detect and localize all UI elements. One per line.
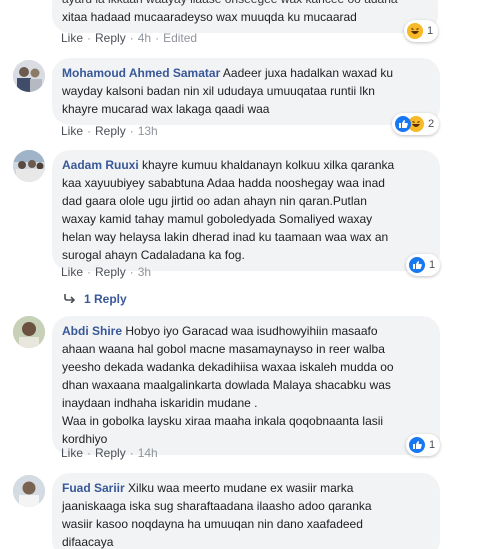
reactions-count[interactable]: 1 xyxy=(406,434,441,456)
reply-link[interactable]: Reply xyxy=(95,124,126,138)
comment-text-line: helan way helaysa lakin dherad inad ku t… xyxy=(62,230,389,244)
comment-author[interactable]: Mohamoud Ahmed Samatar xyxy=(62,66,220,80)
comment-text-line: wayday kalsoni badan nin xil ududaya umu… xyxy=(62,84,375,98)
comment-text-line: waxay kamid tahay mamul goboledyada Soma… xyxy=(62,212,373,226)
timestamp[interactable]: 3h xyxy=(138,265,151,279)
comment-text-line: xitaa hadaad mucaaradeyso wax muuqda ku … xyxy=(62,10,357,24)
haha-reaction-icon xyxy=(407,23,423,39)
comment-text-line: Xilku waa meerto mudane ex wasiir marka xyxy=(128,481,354,495)
comment-text-line: difaacaya xyxy=(62,535,114,549)
comment-text-line: surogal ahayn Cadaladana ka fog. xyxy=(62,248,245,262)
comment-author[interactable]: Fuad Sariir xyxy=(62,481,125,495)
comment-text-line: ayaru la ikkaan waayay ilaase onseegee w… xyxy=(62,0,428,8)
reactions-number: 1 xyxy=(427,25,434,37)
comment-text-line: Aadeer juxa hadalkan waxad ku xyxy=(222,66,394,80)
avatar[interactable] xyxy=(13,60,45,92)
reply-link[interactable]: Reply xyxy=(95,31,126,45)
like-reaction-icon xyxy=(395,116,411,132)
reactions-number: 2 xyxy=(428,118,435,130)
reactions-count[interactable]: 1 xyxy=(404,20,439,42)
reactions-number: 1 xyxy=(429,259,436,271)
comment-text-line: jaaniskaaga iska sug sharaftaadana ilaas… xyxy=(62,499,372,513)
comment-actions: Like · Reply · 13h xyxy=(61,124,158,138)
edited-label[interactable]: Edited xyxy=(163,31,197,45)
comment-actions: Like · Reply · 14h xyxy=(61,446,158,460)
comment-actions: Like · Reply · 4h · Edited xyxy=(61,31,198,45)
comment-bubble: Abdi Shire Hobyo iyo Garacad waa isudhow… xyxy=(52,316,440,455)
reactions-count[interactable]: 1 xyxy=(406,254,441,276)
reactions-count[interactable]: 2 xyxy=(392,113,440,135)
comment-bubble: Aadam Ruuxi khayre kumuu khaldanayn kolk… xyxy=(52,150,440,271)
comment-text-line: khayre kumuu khaldanayn kolkuu xilka qar… xyxy=(142,158,395,172)
like-link[interactable]: Like xyxy=(61,124,83,138)
comment-text-line: dad gaara olole ugu jirtid oo adan ahayn… xyxy=(62,194,367,208)
reply-link[interactable]: Reply xyxy=(95,265,126,279)
comment-text-line: dhan waxaana maalgalinkarta dowlada Mala… xyxy=(62,378,391,392)
timestamp[interactable]: 13h xyxy=(138,124,158,138)
avatar[interactable] xyxy=(13,316,45,348)
comment-author[interactable]: Abdi Shire xyxy=(62,324,122,338)
timestamp[interactable]: 4h xyxy=(138,31,151,45)
timestamp[interactable]: 14h xyxy=(138,446,158,460)
reply-link[interactable]: Reply xyxy=(95,446,126,460)
like-reaction-icon xyxy=(409,437,425,453)
like-reaction-icon xyxy=(409,257,425,273)
comment-text-line: kaa xayuubiyey sababtuna Adaa hadda noos… xyxy=(62,176,385,190)
reply-arrow-icon xyxy=(64,292,76,306)
comment-bubble: Mohamoud Ahmed Samatar Aadeer juxa hadal… xyxy=(52,58,440,125)
replies-count-label: 1 Reply xyxy=(84,292,127,306)
comment-text-line: yeesho dekada wadanka dekadihiisa waxaa … xyxy=(62,360,394,374)
comment-text-line: khayre mucarad wax lakaga qaadi waa xyxy=(62,102,270,116)
comment-text-line: ahaan waana hal gobol macne masamaynayso… xyxy=(62,342,385,356)
like-link[interactable]: Like xyxy=(61,446,83,460)
comment-bubble: ayaru la ikkaan waayay ilaase onseegee w… xyxy=(52,0,438,33)
like-link[interactable]: Like xyxy=(61,31,83,45)
comment-actions: Like · Reply · 3h xyxy=(61,265,152,279)
comment-bubble: Fuad Sariir Xilku waa meerto mudane ex w… xyxy=(52,473,440,549)
avatar[interactable] xyxy=(13,150,45,182)
avatar[interactable] xyxy=(13,475,45,507)
comment-author[interactable]: Aadam Ruuxi xyxy=(62,158,139,172)
comment-text-line: inaydaan indhaha iskaridin mudane . xyxy=(62,396,258,410)
comment-text-line: Waa in gobolka laysku xiraa maaha inkala… xyxy=(62,414,384,428)
like-link[interactable]: Like xyxy=(61,265,83,279)
comment-text-line: wasiir kasoo noqdayna ha umuuqan nin dan… xyxy=(62,517,363,531)
comment-text-line: Hobyo iyo Garacad waa isudhowyihiin masa… xyxy=(125,324,378,338)
view-replies-link[interactable]: 1 Reply xyxy=(64,292,127,306)
reactions-number: 1 xyxy=(429,439,436,451)
